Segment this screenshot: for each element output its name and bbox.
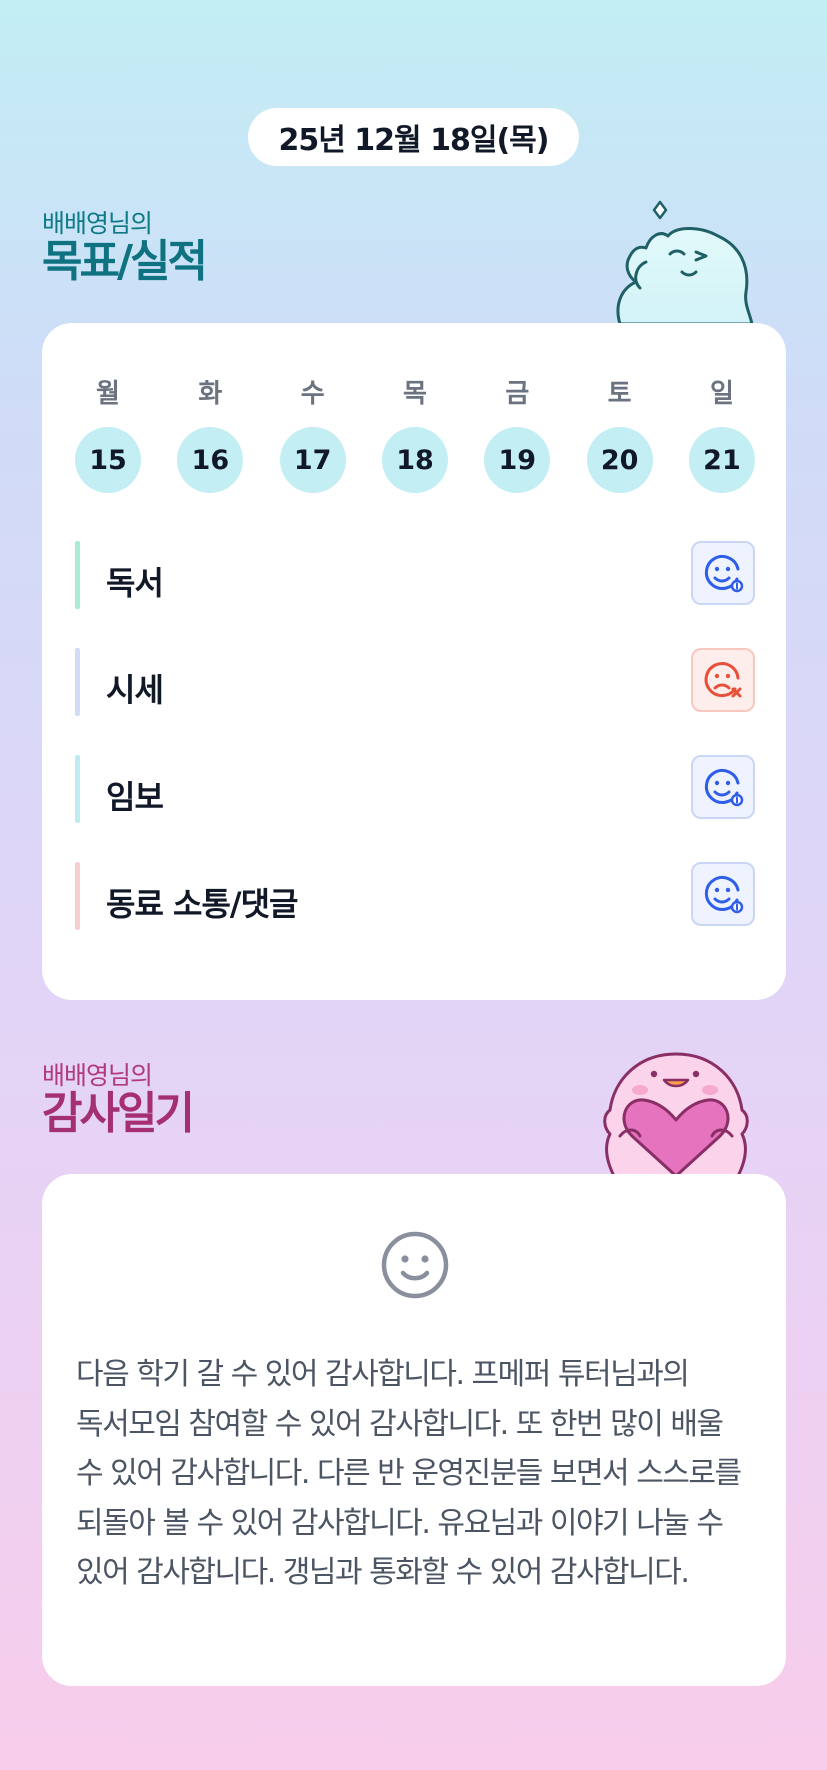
day-fri[interactable]: 금 19: [484, 377, 551, 493]
smile-check-icon: [704, 876, 744, 914]
day-number: 18: [381, 427, 448, 493]
sad-x-icon: [704, 662, 742, 698]
day-name: 금: [505, 379, 530, 409]
day-number: 15: [75, 427, 141, 493]
smile-check-icon: [704, 769, 744, 807]
day-name: 일: [710, 379, 734, 409]
smile-face-icon: [381, 1231, 449, 1299]
goal-label: 시세: [106, 671, 164, 709]
day-number: 21: [688, 427, 755, 493]
mascot-heart-illustration: [603, 1052, 749, 1176]
goal-section-title: 배배영님의 목표/실적: [42, 209, 208, 287]
gratitude-card: 다음 학기 갈 수 있어 감사합니다. 프메퍼 튜터님과의 독서모임 참여할 수…: [42, 1174, 786, 1686]
day-name: 화: [198, 379, 223, 409]
goal-status-button[interactable]: [691, 541, 755, 605]
goal-item-market-price[interactable]: 시세: [75, 648, 755, 716]
day-name: 수: [300, 379, 325, 409]
goal-item-reading[interactable]: 독서: [75, 541, 755, 609]
day-tue[interactable]: 화 16: [177, 377, 244, 493]
gratitude-title: 감사일기: [42, 1088, 195, 1139]
goal-color-bar: [75, 862, 80, 930]
day-name: 목: [403, 379, 427, 409]
week-strip: 월 15 화 16 수 17 목 18 금 19 토 20 일 21: [75, 377, 755, 493]
gratitude-section-title: 배배영님의 감사일기: [42, 1061, 195, 1139]
goal-item-imbo[interactable]: 임보: [75, 755, 755, 823]
goal-label: 임보: [106, 778, 164, 816]
gratitude-diary-text: 다음 학기 갈 수 있어 감사합니다. 프메퍼 튜터님과의 독서모임 참여할 수…: [76, 1357, 742, 1590]
mascot-thumbs-up-illustration: [616, 200, 754, 326]
goal-title: 목표/실적: [42, 236, 208, 287]
day-number: 19: [484, 427, 551, 493]
day-number: 17: [279, 427, 346, 493]
day-sun[interactable]: 일 21: [688, 377, 755, 493]
day-wed[interactable]: 수 17: [279, 377, 346, 493]
day-name: 토: [607, 379, 632, 409]
goal-color-bar: [75, 648, 80, 716]
goal-list: 독서 시세 임보 동료 소통/댓글: [75, 541, 755, 969]
gratitude-owner-label: 배배영님의: [42, 1061, 153, 1090]
goal-item-peer-comment[interactable]: 동료 소통/댓글: [75, 862, 755, 930]
day-number: 20: [586, 427, 653, 493]
day-name: 월: [96, 379, 120, 409]
day-thu[interactable]: 목 18: [381, 377, 448, 493]
goal-card: 월 15 화 16 수 17 목 18 금 19 토 20 일 21 독서 시세…: [42, 323, 786, 1000]
goal-status-button[interactable]: [691, 862, 755, 926]
goal-status-button[interactable]: [691, 755, 755, 819]
goal-color-bar: [75, 755, 80, 823]
goal-status-button[interactable]: [691, 648, 755, 712]
date-pill: 25년 12월 18일(목): [248, 108, 579, 166]
day-mon[interactable]: 월 15: [75, 377, 141, 493]
goal-owner-label: 배배영님의: [42, 209, 153, 238]
goal-color-bar: [75, 541, 80, 609]
goal-label: 독서: [106, 564, 164, 602]
smile-check-icon: [704, 555, 744, 593]
day-number: 16: [177, 427, 244, 493]
day-sat[interactable]: 토 20: [586, 377, 653, 493]
goal-label: 동료 소통/댓글: [106, 885, 298, 923]
